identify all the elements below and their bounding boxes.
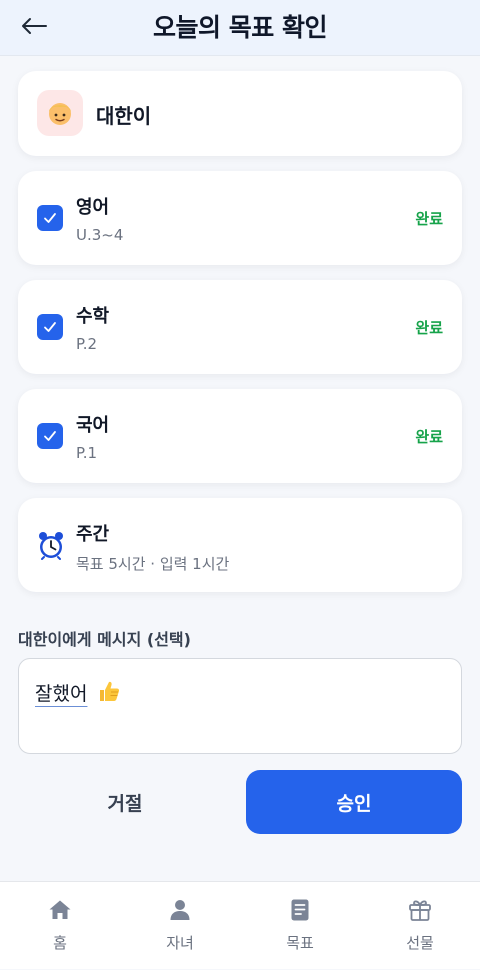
message-label: 대한이에게 메시지 (선택) — [18, 630, 191, 649]
check-icon — [44, 431, 56, 441]
nav-item-gift[interactable]: 선물 — [360, 882, 480, 970]
person-icon — [170, 900, 190, 920]
message-input[interactable]: 잘했어 — [18, 658, 462, 754]
boy-face-icon — [49, 103, 71, 125]
goal-detail: P.2 — [76, 335, 98, 353]
goal-card: 영어 U.3~4 완료 — [18, 171, 462, 265]
goal-detail: U.3~4 — [76, 226, 124, 244]
goal-card: 수학 P.2 완료 — [18, 280, 462, 374]
goal-status: 완료 — [415, 428, 443, 446]
nav-item-children[interactable]: 자녀 — [120, 882, 240, 970]
home-icon — [49, 900, 71, 919]
nav-item-goals[interactable]: 목표 — [240, 882, 360, 970]
check-icon — [44, 322, 56, 332]
alarm-clock-icon — [35, 529, 67, 561]
document-icon — [291, 899, 309, 921]
goal-checkbox[interactable] — [37, 423, 63, 449]
nav-label-gift: 선물 — [406, 934, 434, 952]
nav-label-goals: 목표 — [286, 934, 314, 952]
page-title: 오늘의 목표 확인 — [153, 13, 327, 42]
goal-status: 완료 — [415, 210, 443, 228]
nav-label-home: 홈 — [53, 934, 67, 952]
weekly-detail: 목표 5시간 · 입력 1시간 — [76, 555, 230, 573]
header-bar: 오늘의 목표 확인 — [0, 0, 480, 56]
goal-card: 국어 P.1 완료 — [18, 389, 462, 483]
child-name: 대한이 — [96, 104, 152, 128]
thumbs-up-icon — [97, 679, 121, 707]
check-icon — [44, 213, 56, 223]
reject-button[interactable]: 거절 — [18, 770, 232, 834]
goal-subject: 수학 — [76, 306, 110, 327]
goal-detail: P.1 — [76, 444, 98, 462]
weekly-card: 주간 목표 5시간 · 입력 1시간 — [18, 498, 462, 592]
goal-status: 완료 — [415, 319, 443, 337]
goal-checkbox[interactable] — [37, 205, 63, 231]
approve-button[interactable]: 승인 — [246, 770, 462, 834]
nav-item-home[interactable]: 홈 — [0, 882, 120, 970]
weekly-title: 주간 — [76, 524, 110, 545]
child-avatar — [37, 90, 83, 136]
message-value: 잘했어 — [35, 683, 88, 705]
bottom-nav: 홈 자녀 목표 선물 — [0, 881, 480, 969]
gift-icon — [409, 900, 431, 921]
nav-label-children: 자녀 — [166, 934, 194, 952]
goal-subject: 국어 — [76, 415, 110, 436]
child-card: 대한이 — [18, 71, 462, 156]
goal-checkbox[interactable] — [37, 314, 63, 340]
goal-subject: 영어 — [76, 197, 110, 218]
